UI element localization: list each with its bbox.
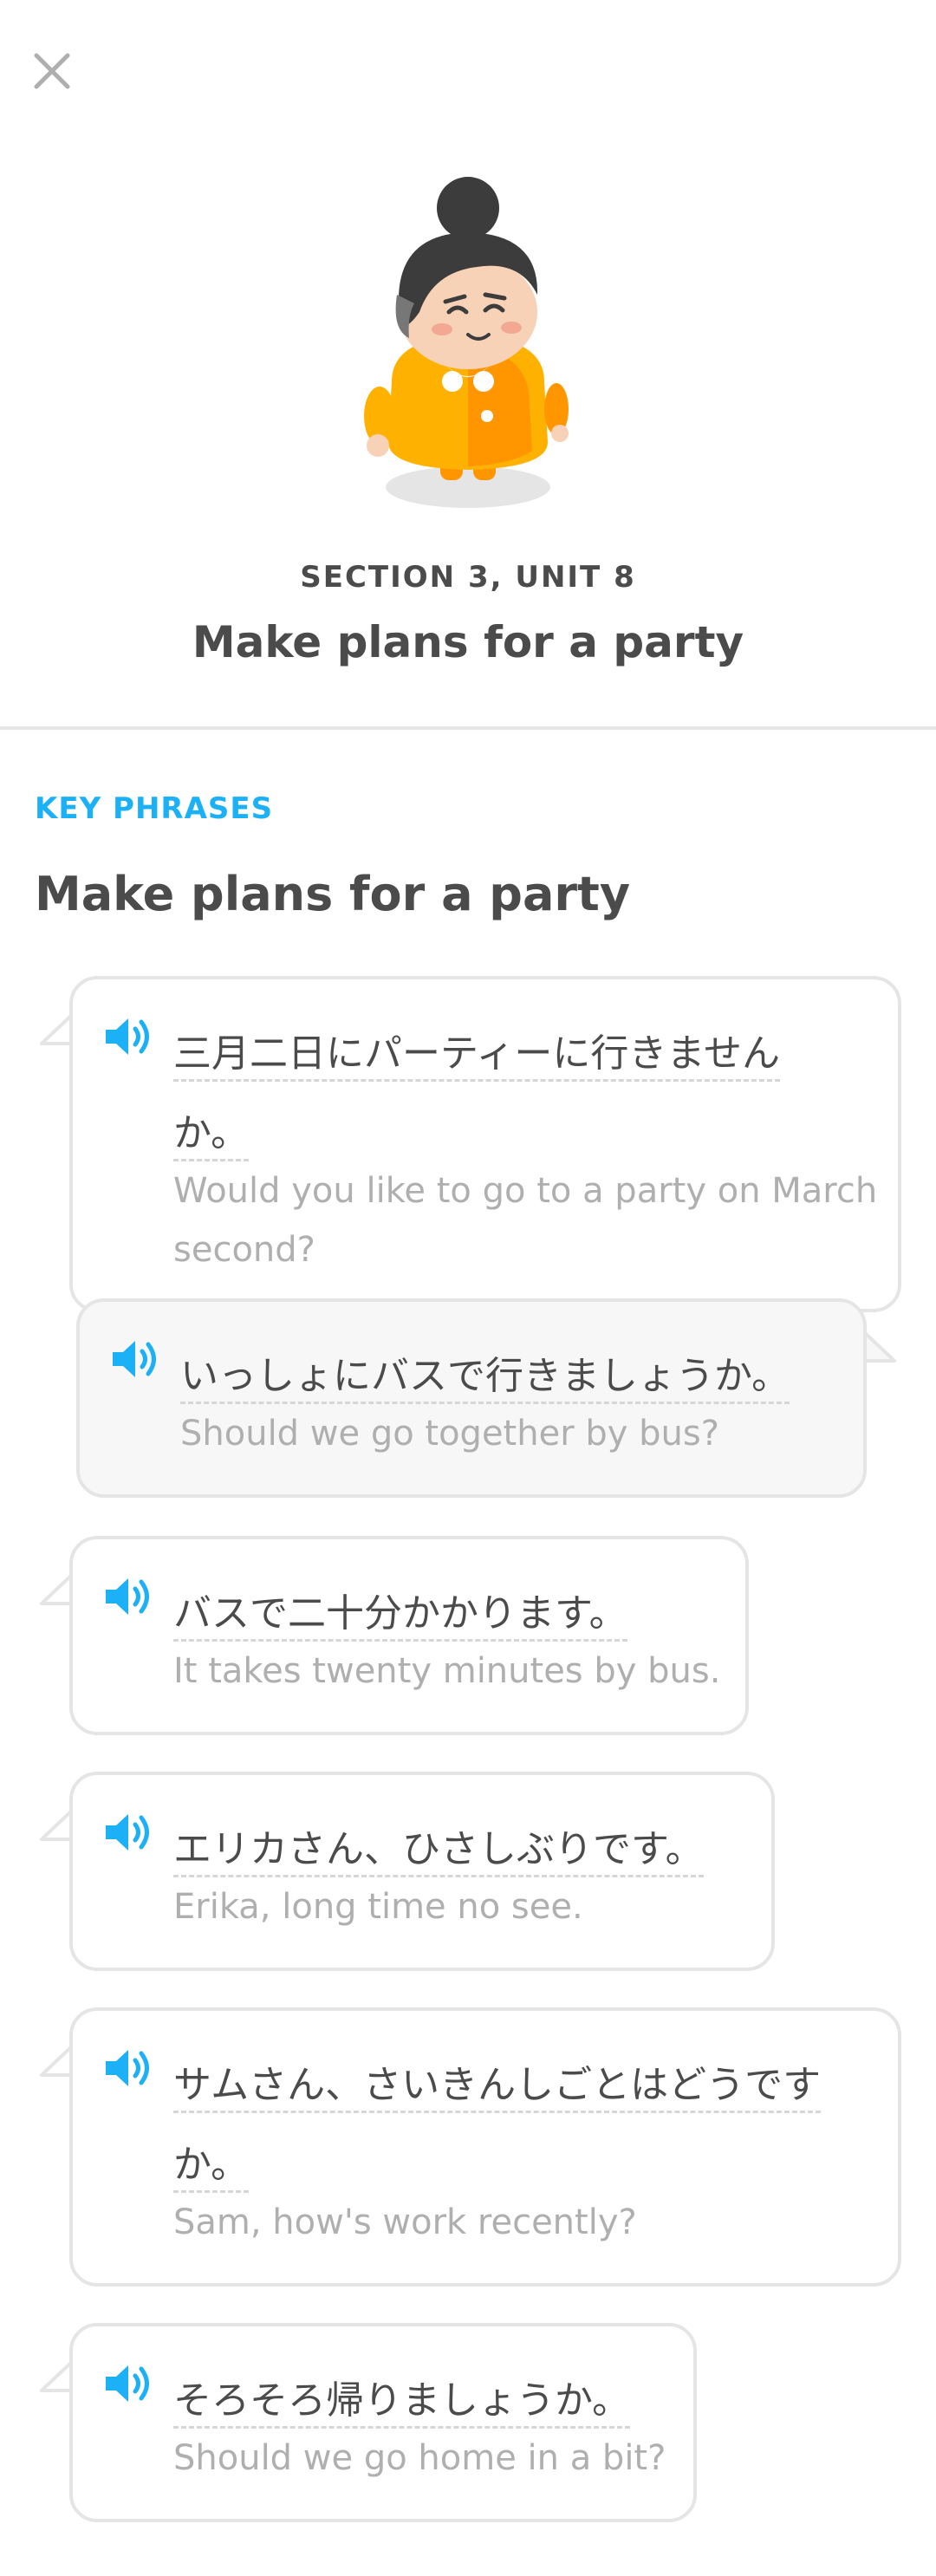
phrase-translation-line: Would you like to go to a party on March <box>173 1171 878 1211</box>
phrase-translation: Sam, how's work recently? <box>173 2193 637 2252</box>
close-icon <box>34 53 70 89</box>
phrase-translation: Should we go home in a bit? <box>173 2429 666 2488</box>
speaker-icon[interactable] <box>102 2361 156 2406</box>
phrase-bubble: いっしょにバスで行きましょうか。 Should we go together b… <box>76 1298 867 1498</box>
bubble-tail <box>860 1328 896 1363</box>
phrase-translation: Would you like to go to a party on March… <box>173 1161 877 1279</box>
phrase-translation-line: Erika, long time no see. <box>173 1887 583 1927</box>
phrase-translation-line: Sam, how's work recently? <box>173 2202 637 2242</box>
phrase-translation-line: It takes twenty minutes by bus. <box>173 1651 721 1691</box>
phrase-bubble: 三月二日にパーティーに行きません か。 Would you like to go… <box>69 976 901 1312</box>
phrase-japanese: サムさん、さいきんしごとはどうです か。 <box>173 2046 822 2205</box>
phrase-japanese-line: 三月二日にパーティーに行きません <box>173 1031 781 1082</box>
phrase-translation: Erika, long time no see. <box>173 1877 583 1936</box>
phrase-bubble: バスで二十分かかります。 It takes twenty minutes by … <box>69 1536 749 1735</box>
speaker-icon[interactable] <box>109 1337 163 1382</box>
phrase-japanese-line: エリカさん、ひさしぶりです。 <box>173 1827 704 1877</box>
phrase-japanese-line: いっしょにバスで行きましょうか。 <box>180 1354 790 1404</box>
character-illustration <box>364 177 569 508</box>
phrase-japanese-line: バスで二十分かかります。 <box>173 1591 627 1642</box>
phrase-japanese-line: か。 <box>173 2143 250 2193</box>
phrase-translation-line: Should we go together by bus? <box>180 1414 719 1454</box>
phrase-bubble: エリカさん、ひさしぶりです。 Erika, long time no see. <box>69 1772 775 1971</box>
phrase-bubble: そろそろ帰りましょうか。 Should we go home in a bit? <box>69 2323 697 2522</box>
phrase-bubble: サムさん、さいきんしごとはどうです か。 Sam, how's work rec… <box>69 2007 901 2287</box>
close-button[interactable] <box>24 43 80 99</box>
phrase-translation-line: Should we go home in a bit? <box>173 2438 666 2478</box>
phrase-japanese: 三月二日にパーティーに行きません か。 <box>173 1014 781 1174</box>
speaker-icon[interactable] <box>102 2046 156 2091</box>
phrase-translation-line: second? <box>173 1230 315 1270</box>
divider <box>0 726 936 730</box>
phrase-translation: Should we go together by bus? <box>180 1404 719 1463</box>
content-title: Make plans for a party <box>35 867 631 921</box>
speaker-icon[interactable] <box>102 1574 156 1619</box>
phrase-translation: It takes twenty minutes by bus. <box>173 1642 720 1701</box>
phrase-japanese-line: そろそろ帰りましょうか。 <box>173 2378 631 2429</box>
section-label: SECTION 3, UNIT 8 <box>300 560 636 595</box>
key-phrases-heading: KEY PHRASES <box>35 791 274 826</box>
unit-title: Make plans for a party <box>192 617 744 667</box>
speaker-icon[interactable] <box>102 1810 156 1855</box>
phrase-japanese-line: サムさん、さいきんしごとはどうです <box>173 2063 822 2113</box>
phrase-japanese-line: か。 <box>173 1111 250 1161</box>
speaker-icon[interactable] <box>102 1014 156 1059</box>
